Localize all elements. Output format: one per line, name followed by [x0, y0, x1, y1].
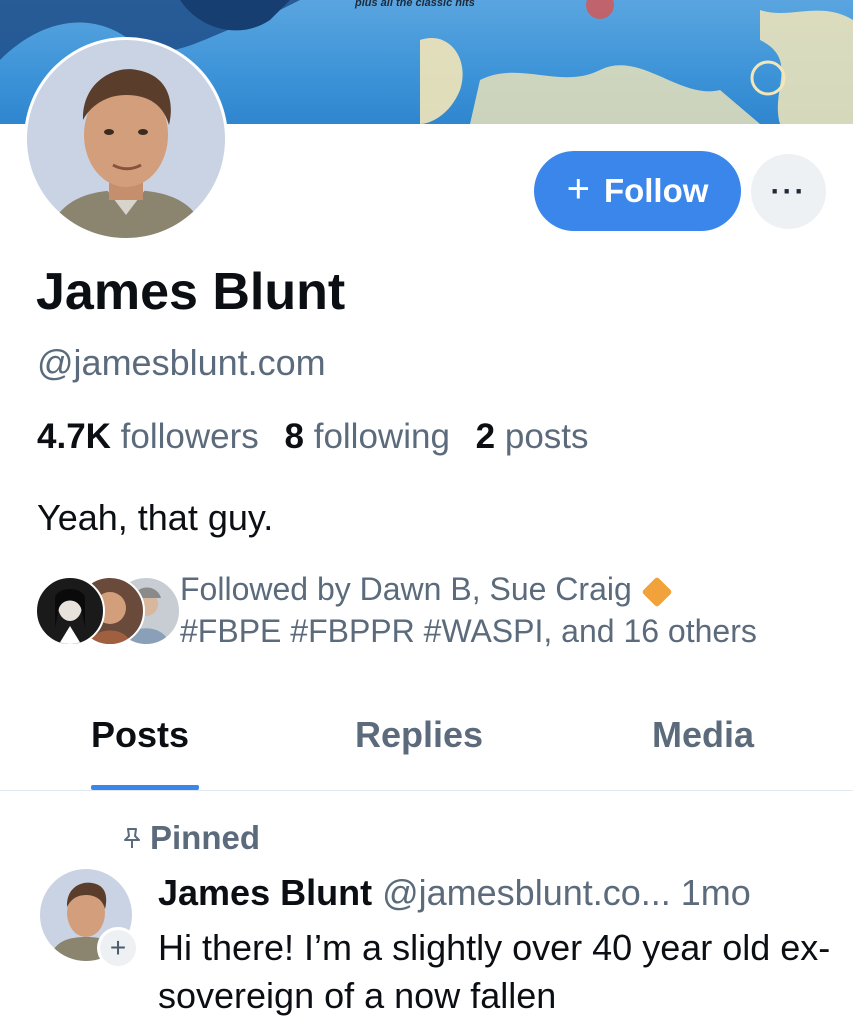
active-tab-indicator: [91, 785, 199, 790]
posts-label: posts: [504, 417, 589, 456]
pin-icon: [122, 819, 142, 857]
post-author-name[interactable]: James Blunt: [158, 872, 372, 913]
post-author-handle[interactable]: @jamesblunt.co...: [382, 872, 671, 913]
profile-handle: @jamesblunt.com: [37, 342, 326, 383]
profile-tabs: Posts Replies Media: [0, 700, 853, 791]
profile-bio: Yeah, that guy.: [37, 497, 274, 538]
post-text[interactable]: Hi there! I’m a slightly over 40 year ol…: [158, 924, 838, 1020]
tab-posts[interactable]: Posts: [91, 714, 189, 756]
profile-avatar[interactable]: [24, 37, 228, 241]
pinned-label: Pinned: [122, 819, 260, 857]
avatar-photo: [27, 40, 225, 238]
followers-label: followers: [120, 417, 259, 456]
post-header: James Blunt @jamesblunt.co... 1mo: [158, 872, 751, 914]
followed-by-text[interactable]: Followed by Dawn B, Sue Craig #FBPE #FBP…: [180, 568, 757, 652]
following-label: following: [313, 417, 450, 456]
ellipsis-icon: ···: [770, 174, 807, 208]
following-count: 8: [284, 417, 304, 456]
post-time: 1mo: [680, 872, 751, 913]
posts-count: 2: [475, 417, 496, 456]
tab-media[interactable]: Media: [652, 714, 754, 756]
plus-icon: +: [566, 167, 590, 211]
more-options-button[interactable]: ···: [751, 154, 826, 229]
pinned-text: Pinned: [150, 819, 261, 856]
following-stat[interactable]: 8 following: [285, 417, 450, 456]
follow-button[interactable]: + Follow: [534, 151, 741, 231]
diamond-icon: [641, 575, 673, 608]
avatar: [35, 576, 105, 646]
posts-stat: 2 posts: [476, 417, 589, 456]
profile-stats: 4.7K followers 8 following 2 posts: [37, 417, 589, 457]
followed-by-line1: Followed by Dawn B, Sue Craig: [180, 571, 632, 607]
profile-name: James Blunt: [36, 263, 346, 321]
followers-count: 4.7K: [37, 417, 111, 456]
tab-replies[interactable]: Replies: [355, 714, 483, 756]
followed-by-line2: #FBPE #FBPPR #WASPI, and 16 others: [180, 613, 757, 649]
followers-stat[interactable]: 4.7K followers: [37, 417, 259, 456]
follow-label: Follow: [603, 172, 709, 209]
follow-author-plus-icon[interactable]: +: [97, 927, 139, 969]
